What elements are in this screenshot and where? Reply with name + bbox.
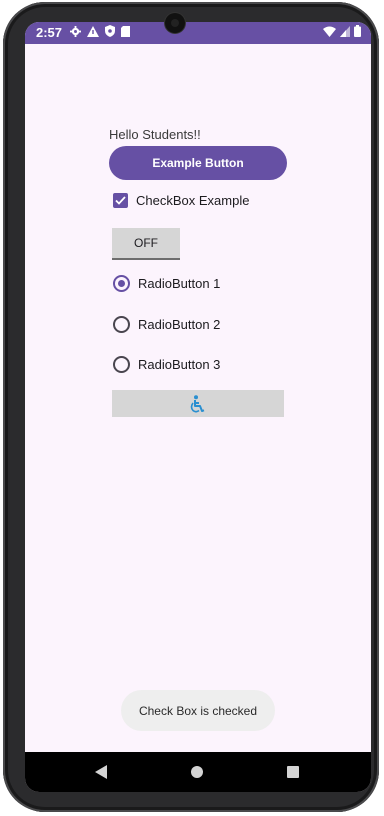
- example-button[interactable]: Example Button: [109, 146, 287, 180]
- toast-message: Check Box is checked: [121, 690, 275, 731]
- sd-card-icon: [121, 25, 130, 37]
- app-content: Hello Students!! Example Button CheckBox…: [25, 44, 371, 752]
- toggle-button[interactable]: OFF: [112, 228, 180, 260]
- checkbox-label: CheckBox Example: [136, 193, 250, 208]
- battery-icon: [354, 25, 361, 37]
- radio-unselected-icon[interactable]: [113, 356, 130, 373]
- settings-icon: [70, 25, 81, 37]
- front-camera: [165, 13, 185, 33]
- checkbox-checked-icon[interactable]: [113, 193, 128, 208]
- radio-button-1[interactable]: RadioButton 1: [113, 275, 220, 292]
- device-frame: 2:57 Hello Students!! Example Button Che…: [0, 0, 384, 816]
- warning-icon: [87, 25, 99, 37]
- radio-button-2[interactable]: RadioButton 2: [113, 316, 220, 333]
- shield-icon: [105, 25, 115, 37]
- checkbox-example[interactable]: CheckBox Example: [113, 193, 249, 208]
- radio-button-3[interactable]: RadioButton 3: [113, 356, 220, 373]
- status-icons-right: [323, 25, 361, 37]
- radio-unselected-icon[interactable]: [113, 316, 130, 333]
- back-icon[interactable]: [95, 765, 107, 779]
- status-icons-left: [70, 25, 130, 37]
- radio-selected-icon[interactable]: [113, 275, 130, 292]
- radio-label: RadioButton 3: [138, 357, 221, 372]
- screen: 2:57 Hello Students!! Example Button Che…: [25, 22, 371, 792]
- status-bar: 2:57: [25, 22, 371, 44]
- phone-body: 2:57 Hello Students!! Example Button Che…: [3, 2, 379, 812]
- recents-icon[interactable]: [287, 766, 299, 778]
- image-button[interactable]: [112, 390, 284, 417]
- wifi-icon: [323, 26, 336, 37]
- radio-label: RadioButton 1: [138, 276, 221, 291]
- greeting-text: Hello Students!!: [109, 127, 201, 142]
- status-time: 2:57: [36, 25, 63, 40]
- home-icon[interactable]: [191, 766, 203, 778]
- navigation-bar: [25, 752, 371, 792]
- radio-label: RadioButton 2: [138, 317, 221, 332]
- signal-icon: [340, 25, 350, 37]
- accessibility-wheelchair-icon: [190, 394, 205, 413]
